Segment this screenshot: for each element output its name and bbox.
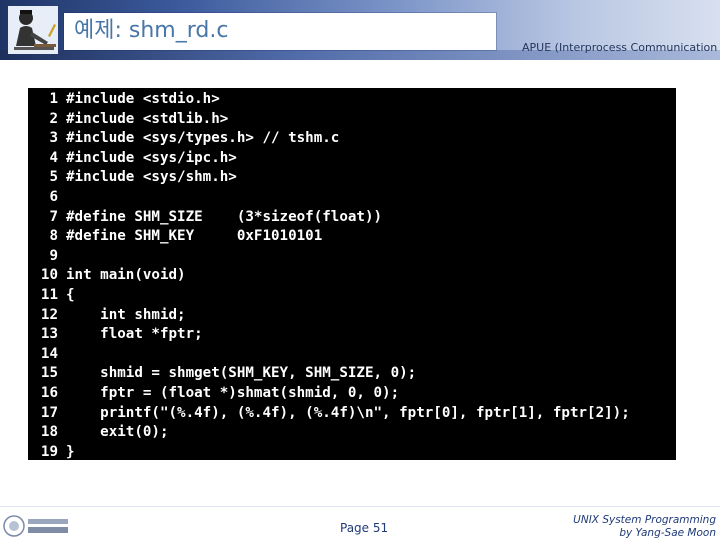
line-number: 6	[49, 188, 58, 205]
code-text: #include <sys/types.h> // tshm.c	[66, 130, 340, 147]
code-line: 7 #define SHM_SIZE (3*sizeof(float))	[28, 208, 676, 228]
code-line: 6	[28, 188, 676, 208]
code-text: #include <stdio.h>	[66, 91, 220, 107]
code-listing: 1 #include <stdio.h> 2 #include <stdlib.h> 3…	[28, 88, 676, 460]
line-number: 12	[40, 306, 58, 323]
code-text: int shmid;	[66, 306, 186, 323]
line-number: 5	[49, 169, 58, 186]
code-line: 12 int shmid;	[28, 306, 676, 326]
code-text: #include <sys/ipc.h>	[66, 149, 237, 166]
line-number: 17	[40, 404, 58, 421]
line-number: 9	[49, 247, 58, 264]
line-number: 19	[40, 443, 58, 460]
line-number: 2	[49, 110, 58, 127]
code-line: 19}	[28, 443, 676, 463]
code-text: #define SHM_KEY 0xF1010101	[66, 228, 323, 245]
line-number: 14	[40, 345, 58, 362]
line-number: 3	[49, 130, 58, 147]
footer-course-info: UNIX System Programming by Yang-Sae Moon	[560, 514, 716, 540]
code-line: 8 #define SHM_KEY 0xF1010101	[28, 227, 676, 247]
line-number: 15	[40, 365, 58, 382]
footer-course-title: UNIX System Programming	[573, 514, 716, 526]
code-line: 16 fptr = (float *)shmat(shmid, 0, 0);	[28, 384, 676, 404]
code-text: int main(void)	[66, 267, 186, 284]
line-number: 13	[40, 326, 58, 343]
code-text: #define SHM_SIZE (3*sizeof(float))	[66, 208, 383, 225]
line-number: 10	[40, 267, 58, 284]
code-text: }	[66, 443, 75, 460]
code-line: 10 int main(void)	[28, 266, 676, 286]
code-text: printf("(%.4f), (%.4f), (%.4f)\n", fptr[…	[66, 404, 630, 421]
code-line: 3 #include <sys/types.h> // tshm.c	[28, 129, 676, 149]
code-text: float *fptr;	[66, 326, 203, 343]
code-line: 4 #include <sys/ipc.h>	[28, 149, 676, 169]
line-number: 8	[49, 228, 58, 245]
code-line: 5 #include <sys/shm.h>	[28, 168, 676, 188]
person-at-desk-icon	[8, 6, 58, 54]
code-line: 17 printf("(%.4f), (%.4f), (%.4f)\n", fp…	[28, 404, 676, 424]
code-text: #include <sys/shm.h>	[66, 169, 237, 186]
line-number: 11	[40, 286, 58, 303]
line-number: 16	[40, 384, 58, 401]
slide-subtitle: APUE (Interprocess Communication	[522, 41, 718, 54]
footer-author: by Yang-Sae Moon	[619, 527, 716, 539]
code-line: 11 {	[28, 286, 676, 306]
code-line: 13 float *fptr;	[28, 325, 676, 345]
code-text: shmid = shmget(SHM_KEY, SHM_SIZE, 0);	[66, 365, 417, 382]
line-number: 7	[49, 208, 58, 225]
code-text: {	[66, 286, 75, 303]
page-number: Page 51	[340, 521, 389, 535]
page-title: 예제: shm_rd.c	[74, 18, 229, 43]
footer-divider	[0, 506, 720, 507]
code-line: 15 shmid = shmget(SHM_KEY, SHM_SIZE, 0);	[28, 364, 676, 384]
university-logo-icon	[3, 515, 68, 537]
code-line: 2 #include <stdlib.h>	[28, 110, 676, 130]
title-box: 예제: shm_rd.c	[64, 13, 496, 50]
code-text: fptr = (float *)shmat(shmid, 0, 0);	[66, 384, 400, 401]
line-number: 4	[49, 149, 58, 166]
code-line: 1 #include <stdio.h>	[28, 90, 676, 110]
line-number: 1	[49, 91, 58, 107]
code-text: #include <stdlib.h>	[66, 110, 229, 127]
code-line: 9	[28, 247, 676, 267]
code-line: 18 exit(0);	[28, 423, 676, 443]
code-line: 14	[28, 345, 676, 365]
line-number: 18	[40, 424, 58, 441]
code-text: exit(0);	[66, 424, 169, 441]
